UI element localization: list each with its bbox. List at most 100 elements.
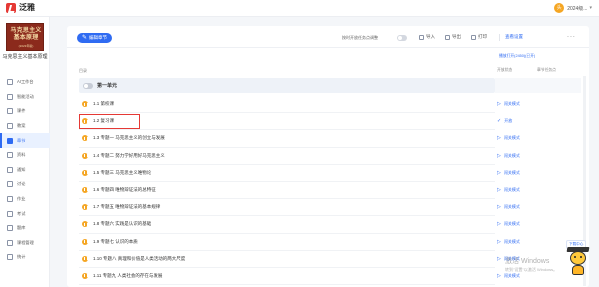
- chapter-title[interactable]: 1.10 专题八 真理和价值是人类活动的两大尺度: [93, 256, 185, 262]
- sidebar-item-notice[interactable]: 通知: [0, 163, 50, 178]
- play-icon: ▷: [497, 255, 501, 262]
- chapter-open-status[interactable]: ▷ 闯关模式: [497, 135, 520, 141]
- chapter-row[interactable]: 1.6 专题四 唯物辩证法的总特征 ▷ 闯关模式: [67, 182, 589, 200]
- chapter-status-label: 闯关模式: [503, 204, 520, 210]
- chapter-row[interactable]: 1.9 专题七 认识的本质 ▷ 闯关模式: [67, 234, 589, 251]
- chapter-status-icon: [82, 101, 88, 107]
- activity-icon: [7, 93, 13, 100]
- sidebar-item-label: 统计: [17, 254, 26, 260]
- sidebar-item-lesson-plan[interactable]: 教案: [0, 119, 50, 134]
- avatar[interactable]: 头: [554, 3, 565, 13]
- chapter-title[interactable]: 1.3 专题一 马克思主义的创立与发展: [93, 135, 165, 141]
- import-button[interactable]: 导入: [419, 34, 435, 40]
- chapter-row[interactable]: 1.1 第校课 ▷ 闯关模式: [67, 96, 589, 114]
- chapter-title[interactable]: 1.9 专题七 认识的本质: [93, 239, 138, 245]
- view-settings-button[interactable]: 查看设置: [505, 34, 523, 40]
- sidebar-item-label: 通知: [17, 166, 26, 172]
- chapter-title[interactable]: 1.8 专题六 实践是认识的基础: [93, 221, 151, 227]
- chapter-open-status[interactable]: ▷ 闯关模式: [497, 221, 520, 227]
- chapter-title[interactable]: 1.2 复习课: [93, 118, 114, 124]
- mascot-eye: [574, 256, 576, 258]
- user-name[interactable]: 2024级...: [567, 5, 587, 12]
- chapter-row[interactable]: 1.5 专题三 马克思主义唯物论 ▷ 闯关模式: [67, 165, 589, 182]
- chapter-row[interactable]: 1.4 专题二 努力学好用好马克思主义 ▷ 闯关模式: [67, 148, 589, 165]
- schedule-switch-label: 按时开放任务点调整: [342, 35, 378, 40]
- chapter-open-status[interactable]: ▷ 闯关模式: [497, 101, 520, 107]
- more-icon[interactable]: ...: [567, 32, 576, 39]
- sidebar-item-label: 智能活动: [17, 93, 34, 99]
- sidebar-item-chapter[interactable]: 章节: [0, 133, 50, 148]
- sidebar-item-discussion[interactable]: 讨论: [0, 177, 50, 192]
- column-headers: 目录 开放状态 章节任务点: [67, 66, 589, 76]
- sidebar-item-homework[interactable]: 作业: [0, 192, 50, 207]
- chapter-status-label: 闯关模式: [503, 135, 520, 141]
- chapter-row[interactable]: 1.7 专题五 唯物辩证法的基本规律 ▷ 闯关模式: [67, 199, 589, 217]
- course-cover[interactable]: 马克思主义基本原理 (2023年版): [6, 23, 44, 51]
- download-center-helper[interactable]: 下载中心: [564, 238, 592, 278]
- sidebar-item-ai[interactable]: AI工作台: [0, 75, 50, 90]
- schedule-link[interactable]: 播放打开(2450)(已开): [499, 54, 535, 59]
- chapter-row[interactable]: 1.8 专题六 实践是认识的基础 ▷ 闯关模式: [67, 216, 589, 234]
- user-menu[interactable]: 头 2024级... ▾: [554, 3, 592, 13]
- print-label: 打印: [478, 34, 487, 39]
- chapter-title[interactable]: 1.7 专题五 唯物辩证法的基本规律: [93, 204, 160, 210]
- chapter-open-status[interactable]: ▷ 闯关模式: [497, 239, 520, 245]
- chapter-title[interactable]: 1.1 第校课: [93, 101, 114, 107]
- schedule-switch[interactable]: [397, 35, 407, 41]
- chapter-status-icon: [82, 255, 88, 262]
- column-directory: 目录: [79, 68, 87, 73]
- sidebar-item-course-manage[interactable]: 课程管理: [0, 236, 50, 251]
- question-bank-icon: [7, 225, 13, 232]
- unit-collapse-toggle[interactable]: [83, 82, 93, 89]
- chapter-status-label: 闯关模式: [503, 238, 520, 244]
- play-icon: ▷: [497, 135, 501, 142]
- chapter-title[interactable]: 1.4 专题二 努力学好用好马克思主义: [93, 153, 165, 159]
- chapter-open-status[interactable]: ▷ 闯关模式: [497, 187, 520, 193]
- course-manage-icon: [7, 239, 13, 246]
- app-name: 泛雅: [19, 3, 35, 12]
- chapter-title[interactable]: 1.11 专题九 人类社会的存在与发展: [93, 273, 162, 279]
- chapter-open-status[interactable]: ▷ 闯关模式: [497, 256, 520, 262]
- logo-icon: [6, 3, 16, 13]
- sidebar-item-label: 作业: [17, 196, 26, 202]
- sidebar-item-label: 题库: [17, 225, 26, 231]
- play-icon: ▷: [497, 204, 501, 211]
- courseware-icon: [7, 108, 13, 115]
- chapter-open-status[interactable]: ▷ 闯关模式: [497, 204, 520, 210]
- chapter-row[interactable]: 1.3 专题一 马克思主义的创立与发展 ▷ 闯关模式: [67, 130, 589, 148]
- sidebar-item-stats[interactable]: 统计: [0, 250, 50, 265]
- chapter-status-icon: [82, 152, 88, 159]
- edit-chapter-button[interactable]: ✎ 编辑章节: [77, 33, 113, 43]
- course-name: 马克思主义基本原理: [2, 54, 48, 60]
- print-button[interactable]: 打印: [471, 34, 487, 40]
- import-icon: [419, 34, 424, 40]
- sidebar-item-courseware[interactable]: 课件: [0, 104, 50, 119]
- chapter-row[interactable]: 1.10 专题八 真理和价值是人类活动的两大尺度 ▷ 闯关模式: [67, 251, 589, 268]
- sidebar-item-activity[interactable]: 智能活动: [0, 90, 50, 105]
- chapter-row[interactable]: 1.2 复习课 ✓ 开放: [67, 113, 589, 131]
- play-icon: ▷: [497, 186, 501, 193]
- chevron-down-icon[interactable]: ▾: [589, 5, 592, 11]
- chapter-status-icon: [82, 186, 88, 193]
- chapter-open-status[interactable]: ▷ 闯关模式: [497, 153, 520, 159]
- export-button[interactable]: 导出: [445, 34, 461, 40]
- sidebar-item-materials[interactable]: 资料: [0, 148, 50, 163]
- sidebar-item-exam[interactable]: 考试: [0, 206, 50, 221]
- chapter-title[interactable]: 1.5 专题三 马克思主义唯物论: [93, 170, 151, 176]
- sidebar-nav: AI工作台智能活动课件 教案章节资料通知讨论作业考试题库课程管理统计: [0, 75, 50, 265]
- chapter-open-status[interactable]: ✓ 开放: [497, 118, 512, 124]
- homework-icon: [7, 196, 13, 203]
- sidebar-item-label: 讨论: [17, 181, 26, 187]
- sidebar-item-label: 章节: [17, 137, 26, 143]
- lesson-plan-icon: [7, 123, 13, 130]
- unit-row[interactable]: 第一单元: [79, 78, 495, 93]
- sidebar-item-question-bank[interactable]: 题库: [0, 221, 50, 236]
- app-logo[interactable]: 泛雅: [6, 3, 35, 13]
- chapter-status-icon: [82, 169, 88, 176]
- chapter-open-status[interactable]: ▷ 闯关模式: [497, 273, 520, 279]
- chapter-status-label: 闯关模式: [503, 169, 520, 175]
- chapter-title[interactable]: 1.6 专题四 唯物辩证法的总特征: [93, 187, 156, 193]
- chapter-row[interactable]: 1.11 专题九 人类社会的存在与发展 ▷ 闯关模式: [67, 268, 589, 286]
- exam-icon: [7, 210, 13, 217]
- chapter-open-status[interactable]: ▷ 闯关模式: [497, 170, 520, 176]
